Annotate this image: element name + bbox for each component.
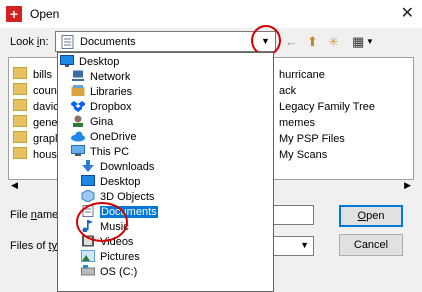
list-item[interactable]: hurricane	[279, 67, 325, 83]
folder-icon	[13, 147, 27, 159]
list-item[interactable]: bills	[13, 67, 52, 83]
list-item[interactable]: My Scans	[279, 147, 327, 163]
list-item[interactable]: gene	[13, 115, 57, 131]
pictures-icon	[81, 250, 95, 262]
list-item[interactable]: coun	[13, 83, 57, 99]
folder-icon	[13, 115, 27, 127]
dropdown-item-pictures[interactable]: Pictures	[81, 250, 140, 265]
filetype-select[interactable]: ▼	[272, 236, 314, 256]
dropdown-item-dropbox[interactable]: Dropbox	[70, 100, 132, 115]
lookin-combo[interactable]: Documents ▼	[55, 31, 276, 52]
filetype-label: Files of typ	[10, 240, 63, 252]
network-icon	[71, 70, 85, 82]
scroll-left-icon[interactable]: ◀	[11, 180, 18, 191]
back-icon[interactable]: ←	[285, 33, 298, 51]
folder-icon	[13, 83, 27, 95]
folder-icon	[13, 67, 27, 79]
list-item[interactable]: Legacy Family Tree	[279, 99, 375, 115]
filetype-chevron-icon[interactable]: ▼	[300, 240, 309, 250]
dropdown-item-network[interactable]: Network	[71, 70, 130, 85]
filename-label: File name	[10, 209, 59, 221]
title-bar: + Open ✕	[0, 0, 422, 28]
libraries-icon	[71, 85, 85, 97]
onedrive-icon	[71, 130, 85, 142]
list-item[interactable]: memes	[279, 115, 315, 131]
dropdown-item-desktop[interactable]: Desktop	[60, 55, 119, 70]
drive-icon	[81, 265, 95, 277]
list-item[interactable]: hous	[13, 147, 57, 163]
dropbox-icon	[70, 100, 86, 112]
lookin-value: Documents	[80, 36, 136, 48]
list-item[interactable]: ack	[279, 83, 296, 99]
list-item[interactable]: davic	[13, 99, 59, 115]
view-chevron-icon[interactable]: ▼	[366, 33, 374, 51]
downloads-icon	[81, 160, 95, 172]
dropdown-item-onedrive[interactable]: OneDrive	[71, 130, 136, 145]
3d-objects-icon	[81, 189, 95, 203]
list-item[interactable]: grapl	[13, 131, 57, 147]
filename-input[interactable]	[272, 205, 314, 225]
dropdown-item-libraries[interactable]: Libraries	[71, 85, 132, 100]
close-icon[interactable]: ✕	[401, 3, 414, 23]
scroll-right-icon[interactable]: ▶	[404, 180, 411, 191]
dropdown-item-gina[interactable]: Gina	[71, 115, 113, 130]
up-folder-icon[interactable]: ⬆	[307, 33, 318, 51]
highlight-circle	[76, 202, 128, 242]
dropdown-item-downloads[interactable]: Downloads	[81, 160, 154, 175]
window-title: Open	[30, 7, 60, 21]
cancel-button[interactable]: Cancel	[339, 234, 403, 256]
lookin-label: Look in:	[10, 36, 49, 48]
computer-icon	[71, 145, 85, 157]
dropdown-item-os-c[interactable]: OS (C:)	[81, 265, 137, 280]
folder-icon	[13, 131, 27, 143]
list-item[interactable]: My PSP Files	[279, 131, 345, 147]
dropdown-item-this-pc[interactable]: This PC	[71, 145, 129, 160]
lookin-dropdown-list[interactable]: Desktop Network Libraries Dropbox Gina O…	[57, 52, 274, 292]
documents-icon	[61, 35, 74, 52]
desktop-icon	[60, 55, 74, 67]
open-button[interactable]: Open	[339, 205, 403, 227]
view-menu-icon[interactable]: ▦	[352, 33, 364, 51]
app-icon: +	[6, 6, 22, 22]
desktop-icon	[81, 175, 95, 187]
new-folder-icon[interactable]: ✳	[328, 33, 339, 51]
user-icon	[71, 115, 85, 127]
folder-icon	[13, 99, 27, 111]
dropdown-item-desktop-2[interactable]: Desktop	[81, 175, 140, 190]
